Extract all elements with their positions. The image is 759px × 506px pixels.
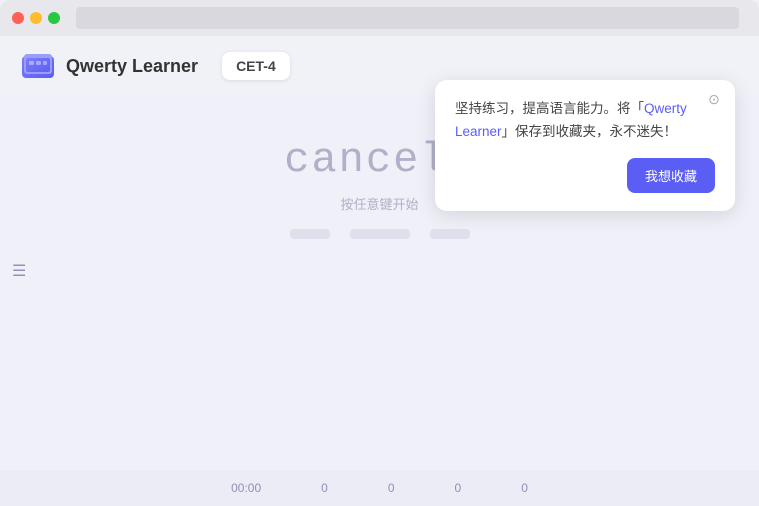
tooltip-text-part1: 坚持练习，提高语言能力。将「 — [455, 101, 644, 116]
logo-area: Qwerty Learner — [20, 48, 198, 84]
stat-3: 0 — [455, 481, 462, 495]
word-info-extra — [430, 229, 470, 239]
address-bar[interactable] — [76, 7, 739, 29]
current-word: cancel — [284, 136, 447, 184]
close-button[interactable] — [12, 12, 24, 24]
word-info — [290, 229, 470, 239]
stat-4: 0 — [521, 481, 528, 495]
stat-2: 0 — [388, 481, 395, 495]
minimize-button[interactable] — [30, 12, 42, 24]
traffic-lights — [12, 12, 60, 24]
hint-text: 按任意键开始 — [340, 194, 418, 213]
bookmark-button[interactable]: 我想收藏 — [627, 158, 715, 193]
tooltip-text: 坚持练习，提高语言能力。将「Qwerty Learner」保存到收藏夹，永不迷失… — [455, 98, 715, 144]
tooltip-popup: ⊙ 坚持练习，提高语言能力。将「Qwerty Learner」保存到收藏夹，永不… — [435, 80, 735, 211]
sidebar-icon[interactable]: ☰ — [12, 261, 26, 281]
logo-icon — [20, 48, 56, 84]
app-title: Qwerty Learner — [66, 56, 198, 77]
stat-1: 0 — [321, 481, 328, 495]
cet-badge[interactable]: CET-4 — [222, 52, 290, 80]
app-area: Qwerty Learner CET-4 ⊙ 坚持练习，提高语言能力。将「Qwe… — [0, 36, 759, 506]
word-info-meaning — [350, 229, 410, 239]
browser-chrome — [0, 0, 759, 36]
timer: 00:00 — [231, 481, 261, 495]
word-info-phonetic — [290, 229, 330, 239]
bottom-bar: 00:00 0 0 0 0 — [0, 470, 759, 506]
tooltip-text-part2: 」保存到收藏夹，永不迷失！ — [502, 124, 678, 139]
close-icon[interactable]: ⊙ — [705, 90, 723, 108]
maximize-button[interactable] — [48, 12, 60, 24]
